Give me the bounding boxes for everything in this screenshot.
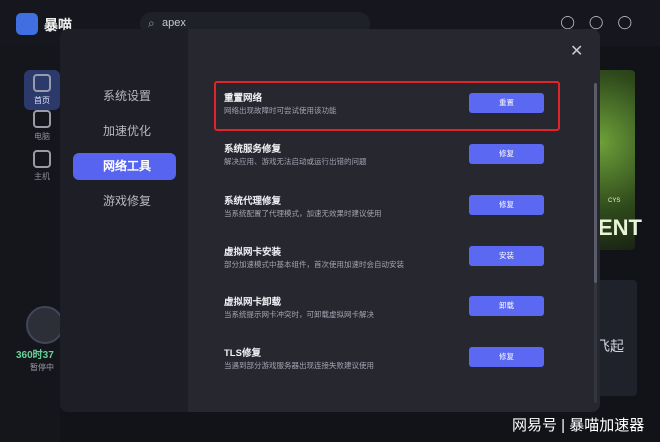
virtual-nic-install-title: 虚拟网卡安装 [224,247,282,258]
tls-repair-title: TLS修复 [224,348,261,359]
system-service-repair-title: 系统服务修复 [224,144,282,155]
left-nav: 首页 电脑 主机 [0,46,60,442]
reset-network-button[interactable]: 重置 [469,93,544,113]
system-service-repair-button[interactable]: 修复 [469,144,544,164]
sidebar-item-acceleration[interactable]: 加速优化 [73,118,176,145]
search-value: apex [162,17,186,29]
network-tools-dialog: 系统设置 加速优化 网络工具 游戏修复 ✕ 重置网络 网络出现故障时可尝试使用该… [60,29,600,412]
window-controls[interactable]: ◯◯◯ [560,14,646,30]
system-proxy-repair-desc: 当系统配置了代理模式，加速无效果时建议使用 [224,209,382,218]
gamepad-icon [33,150,51,168]
game-card-title: ENT [598,215,642,240]
reset-network-title: 重置网络 [224,93,263,104]
tls-repair-desc: 当遇到部分游戏服务器出现连接失败建议使用 [224,361,374,370]
app-logo [16,13,38,35]
sidebar-item-network-tools[interactable]: 网络工具 [73,153,176,180]
virtual-nic-uninstall-title: 虚拟网卡卸载 [224,297,282,308]
home-icon [33,74,51,92]
virtual-nic-install-button[interactable]: 安装 [469,246,544,266]
system-proxy-repair-button[interactable]: 修复 [469,195,544,215]
accel-status: 暂停中 [30,363,54,372]
promo-card-text: 飞起 [596,338,624,354]
accel-timer: 360时37 [16,350,54,361]
system-proxy-repair-title: 系统代理修复 [224,196,282,207]
virtual-nic-uninstall-button[interactable]: 卸载 [469,296,544,316]
game-card-tag: CYS [608,198,621,204]
system-service-repair-desc: 解决应用、游戏无法启动或运行出错的问题 [224,157,367,166]
nav-item-console[interactable]: 主机 [24,150,60,182]
settings-sidebar: 系统设置 加速优化 网络工具 游戏修复 [60,29,188,412]
nav-item-pc[interactable]: 电脑 [24,110,60,142]
virtual-nic-uninstall-desc: 当系统提示网卡冲突时，可卸载虚拟网卡解决 [224,310,374,319]
scrollbar-thumb[interactable] [594,83,597,283]
virtual-nic-install-desc: 部分加速模式中基本组件，首次使用加速时会自动安装 [224,260,404,269]
avatar[interactable] [26,306,64,344]
sidebar-item-system-settings[interactable]: 系统设置 [73,83,176,110]
sidebar-item-game-repair[interactable]: 游戏修复 [73,188,176,215]
tls-repair-button[interactable]: 修复 [469,347,544,367]
reset-network-desc: 网络出现故障时可尝试使用该功能 [224,106,337,115]
watermark: 网易号 | 暴喵加速器 [512,417,645,434]
monitor-icon [33,110,51,128]
close-icon[interactable]: ✕ [570,41,583,61]
nav-item-home[interactable]: 首页 [24,70,60,110]
